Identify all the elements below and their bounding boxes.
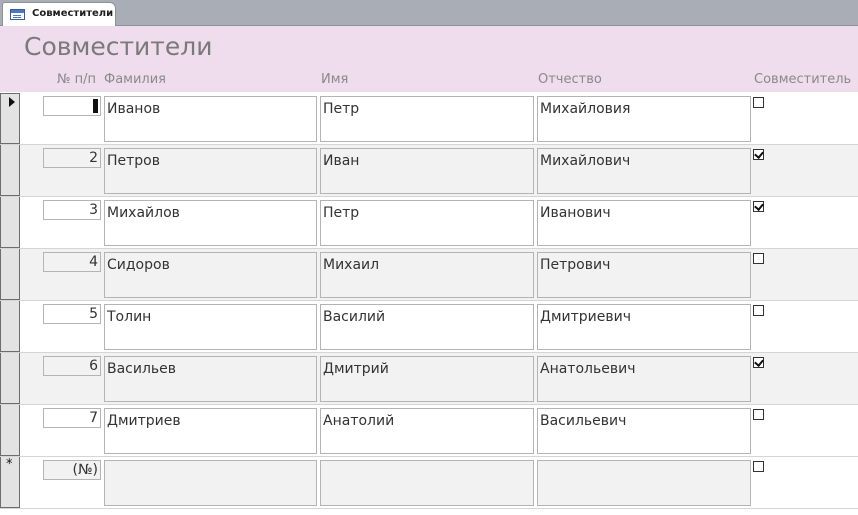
- patronymic-field[interactable]: [537, 460, 751, 506]
- part-timer-checkbox[interactable]: [753, 357, 764, 368]
- patronymic-field[interactable]: Михайловия: [537, 96, 751, 142]
- record-row: 2 Петров Иван Михайлович: [0, 145, 858, 197]
- patronymic-field[interactable]: Анатольевич: [537, 356, 751, 402]
- patronymic-field[interactable]: Михайлович: [537, 148, 751, 194]
- document-tab-bar: Совместители: [0, 0, 858, 26]
- row-divider: [0, 508, 858, 509]
- checkmark-icon: [754, 149, 764, 159]
- part-timer-checkbox[interactable]: [753, 253, 764, 264]
- current-record-arrow-icon: [9, 97, 15, 107]
- last-name-field[interactable]: Васильев: [104, 356, 317, 402]
- form-icon: [10, 9, 25, 20]
- column-label-patronymic: Отчество: [538, 72, 602, 87]
- part-timer-checkbox[interactable]: [753, 201, 764, 212]
- first-name-field[interactable]: Михаил: [320, 252, 534, 298]
- first-name-field[interactable]: [320, 460, 534, 506]
- record-selector[interactable]: [0, 249, 20, 300]
- record-row: 1ИвановПетрМихайловия: [0, 93, 858, 145]
- last-name-field[interactable]: Дмитриев: [104, 408, 317, 454]
- part-timer-checkbox[interactable]: [753, 149, 764, 160]
- number-value: 6: [89, 358, 98, 374]
- record-row: 3 Михайлов Петр Иванович: [0, 197, 858, 249]
- number-field[interactable]: 6: [43, 356, 101, 376]
- first-name-field[interactable]: Иван: [320, 148, 534, 194]
- patronymic-field[interactable]: Дмитриевич: [537, 304, 751, 350]
- form-header: Совместители № п/п Фамилия Имя Отчество …: [0, 26, 858, 92]
- number-value: (№): [72, 462, 98, 478]
- text-cursor: [93, 99, 98, 113]
- last-name-field[interactable]: Толин: [104, 304, 317, 350]
- record-row: 4 Сидоров Михаил Петрович: [0, 249, 858, 301]
- record-row: 7 Дмитриев Анатолий Васильевич: [0, 405, 858, 457]
- last-name-field[interactable]: [104, 460, 317, 506]
- column-label-first-name: Имя: [321, 72, 349, 87]
- patronymic-field[interactable]: Васильевич: [537, 408, 751, 454]
- part-timer-checkbox[interactable]: [753, 97, 764, 108]
- number-value: 2: [89, 150, 98, 166]
- record-selector[interactable]: [0, 145, 20, 196]
- part-timer-checkbox[interactable]: [753, 305, 764, 316]
- checkmark-icon: [754, 201, 764, 211]
- patronymic-field[interactable]: Иванович: [537, 200, 751, 246]
- number-value: 4: [89, 254, 98, 270]
- number-field[interactable]: 5: [43, 304, 101, 324]
- number-value: 5: [89, 306, 98, 322]
- column-label-number: № п/п: [57, 72, 97, 87]
- record-row: 6 Васильев Дмитрий Анатольевич: [0, 353, 858, 405]
- patronymic-field[interactable]: Петрович: [537, 252, 751, 298]
- first-name-field[interactable]: Петр: [320, 200, 534, 246]
- first-name-field[interactable]: Василий: [320, 304, 534, 350]
- number-value: 7: [89, 410, 98, 426]
- last-name-field[interactable]: Михайлов: [104, 200, 317, 246]
- record-selector[interactable]: [0, 353, 20, 404]
- checkmark-icon: [754, 357, 764, 367]
- record-selector[interactable]: [0, 405, 20, 456]
- part-timer-checkbox[interactable]: [753, 461, 764, 472]
- number-field[interactable]: 7: [43, 408, 101, 428]
- tab-sovmestiteli[interactable]: Совместители: [2, 2, 116, 26]
- record-selector[interactable]: *: [0, 457, 20, 508]
- last-name-field[interactable]: Петров: [104, 148, 317, 194]
- record-selector[interactable]: [0, 301, 20, 352]
- number-field[interactable]: (№): [43, 460, 101, 480]
- first-name-field[interactable]: Дмитрий: [320, 356, 534, 402]
- record-selector[interactable]: [0, 197, 20, 248]
- first-name-field[interactable]: Петр: [320, 96, 534, 142]
- last-name-field[interactable]: Сидоров: [104, 252, 317, 298]
- number-field[interactable]: 2: [43, 148, 101, 168]
- number-value: 3: [89, 202, 98, 218]
- number-field[interactable]: 3: [43, 200, 101, 220]
- number-field[interactable]: 4: [43, 252, 101, 272]
- record-row: 5 Толин Василий Дмитриевич: [0, 301, 858, 353]
- new-record-asterisk-icon: *: [6, 457, 13, 472]
- part-timer-checkbox[interactable]: [753, 409, 764, 420]
- tab-title: Совместители: [32, 8, 114, 19]
- column-label-last-name: Фамилия: [104, 72, 166, 87]
- record-selector[interactable]: [0, 93, 20, 144]
- column-label-part-timer: Совместитель: [754, 72, 852, 87]
- number-field[interactable]: 1: [43, 96, 101, 116]
- first-name-field[interactable]: Анатолий: [320, 408, 534, 454]
- form-title: Совместители: [24, 32, 213, 61]
- new-record-row: * (№): [0, 457, 858, 509]
- last-name-field[interactable]: Иванов: [104, 96, 317, 142]
